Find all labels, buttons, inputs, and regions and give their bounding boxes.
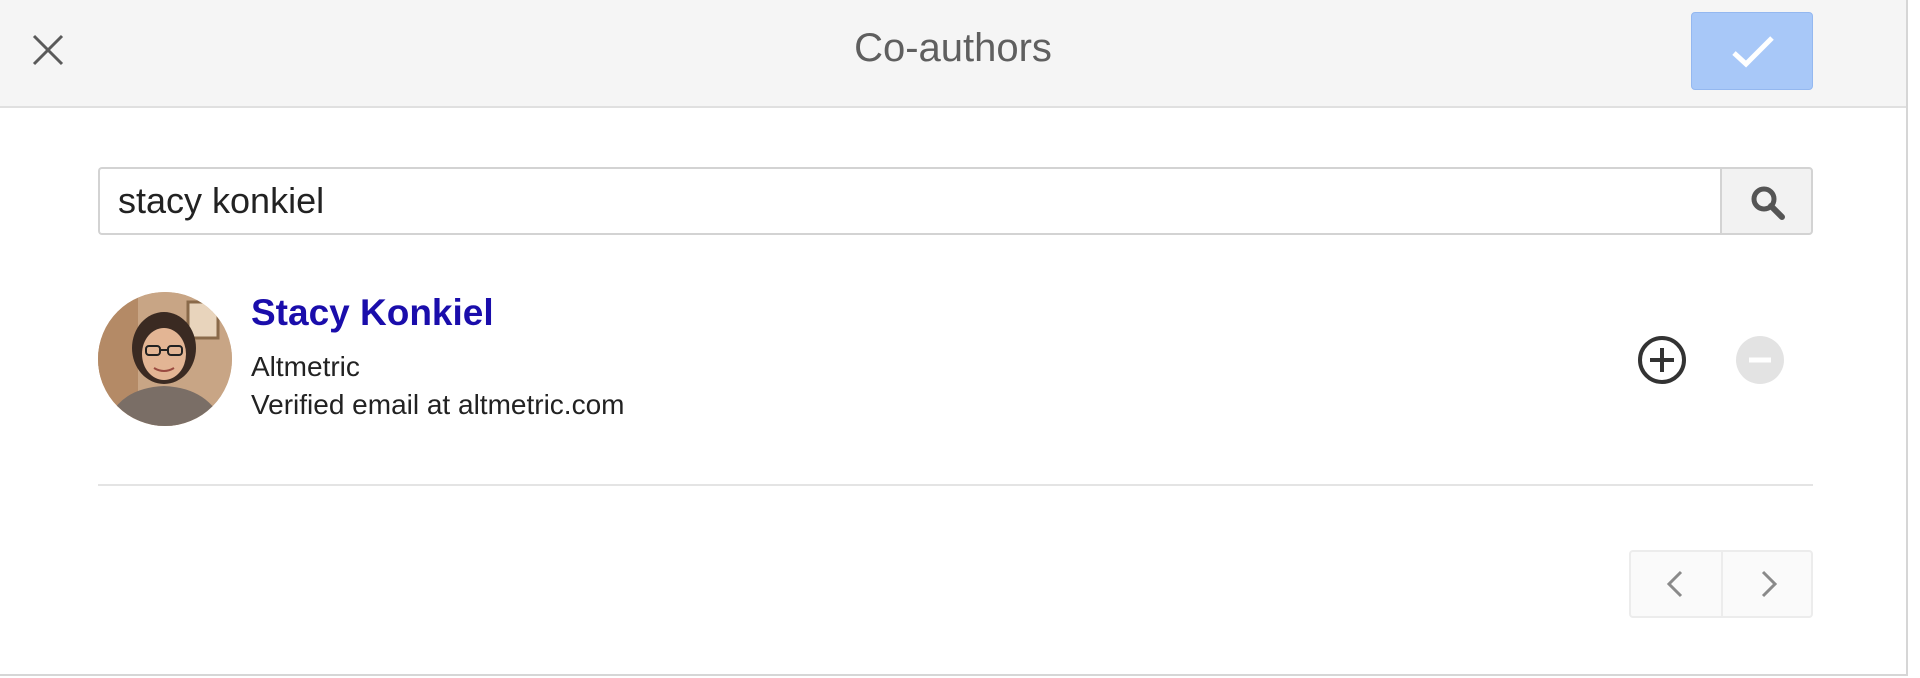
confirm-button[interactable] [1691, 12, 1813, 90]
chevron-right-icon [1761, 570, 1778, 598]
author-affiliation: Altmetric [251, 351, 360, 382]
checkmark-icon [1732, 36, 1774, 68]
chevron-left-icon [1666, 570, 1683, 598]
list-item: Stacy Konkiel Altmetric Verified email a… [98, 290, 1813, 430]
avatar [98, 292, 232, 426]
results-divider [98, 484, 1813, 486]
search-icon [1751, 186, 1785, 220]
minus-circle-icon [1736, 336, 1784, 384]
pagination [1629, 550, 1813, 618]
co-authors-dialog: Co-authors stacy konkiel Stacy Konkiel A… [0, 0, 1908, 676]
search-bar [98, 167, 1813, 235]
remove-coauthor-button[interactable] [1734, 334, 1786, 386]
dialog-header: Co-authors [0, 0, 1906, 108]
plus-circle-icon [1638, 336, 1686, 384]
next-page-button[interactable] [1723, 552, 1813, 616]
dialog-title: Co-authors [854, 26, 1052, 70]
search-input[interactable] [98, 167, 1721, 235]
author-name-link[interactable]: Stacy Konkiel [251, 292, 494, 334]
author-email-verification: Verified email at altmetric.com [251, 389, 625, 420]
previous-page-button[interactable] [1631, 552, 1721, 616]
search-button[interactable] [1720, 167, 1813, 235]
add-coauthor-button[interactable] [1636, 334, 1688, 386]
